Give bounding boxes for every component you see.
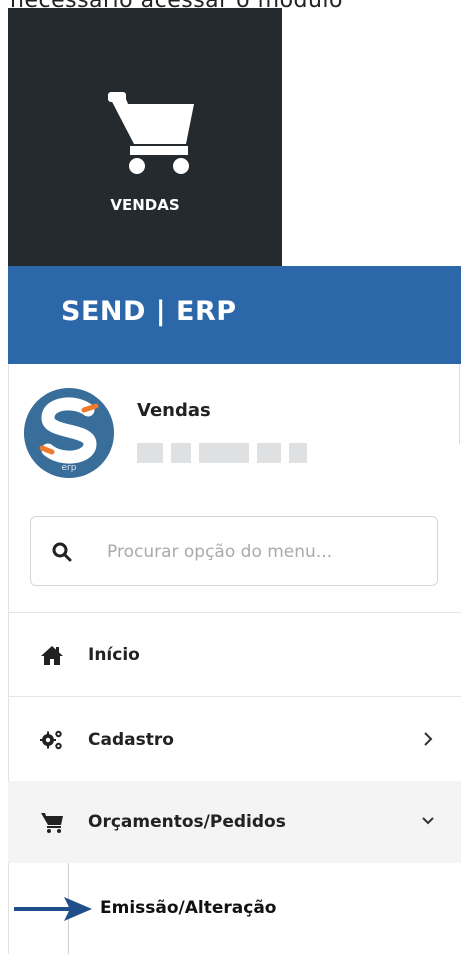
- submenu-item-label: Emissão/Alteração: [100, 898, 277, 918]
- shopping-cart-icon: [41, 813, 63, 833]
- cogs-icon: [40, 730, 62, 750]
- user-subtitle-blurred: [137, 443, 307, 463]
- avatar-text: erp: [62, 463, 77, 473]
- tile-label: VENDAS: [110, 196, 180, 214]
- chevron-right-icon: [424, 732, 433, 746]
- erp-logo-icon: erp: [24, 388, 114, 478]
- menu-item-orcamentos-pedidos[interactable]: Orçamentos/Pedidos: [8, 781, 461, 863]
- divider: [8, 612, 461, 613]
- chevron-down-icon: [422, 817, 434, 825]
- menu-search[interactable]: [30, 516, 438, 586]
- menu-item-cadastro[interactable]: Cadastro: [8, 699, 461, 781]
- search-icon: [52, 542, 72, 562]
- pointer-arrow-icon: [14, 897, 92, 921]
- vendas-module-tile[interactable]: VENDAS: [8, 8, 282, 268]
- app-title: SEND | ERP: [61, 296, 237, 327]
- home-icon: [41, 646, 63, 665]
- menu-item-inicio[interactable]: Início: [8, 614, 461, 696]
- app-header: SEND | ERP: [8, 266, 461, 364]
- search-input[interactable]: [107, 532, 427, 572]
- user-name: Vendas: [137, 400, 211, 421]
- menu-item-label: Cadastro: [88, 730, 174, 750]
- avatar: erp: [24, 388, 114, 478]
- sidebar-edge: [459, 364, 460, 444]
- menu-item-label: Início: [88, 645, 140, 665]
- shopping-cart-icon: [108, 92, 194, 174]
- divider: [8, 696, 461, 697]
- menu-item-label: Orçamentos/Pedidos: [88, 812, 286, 832]
